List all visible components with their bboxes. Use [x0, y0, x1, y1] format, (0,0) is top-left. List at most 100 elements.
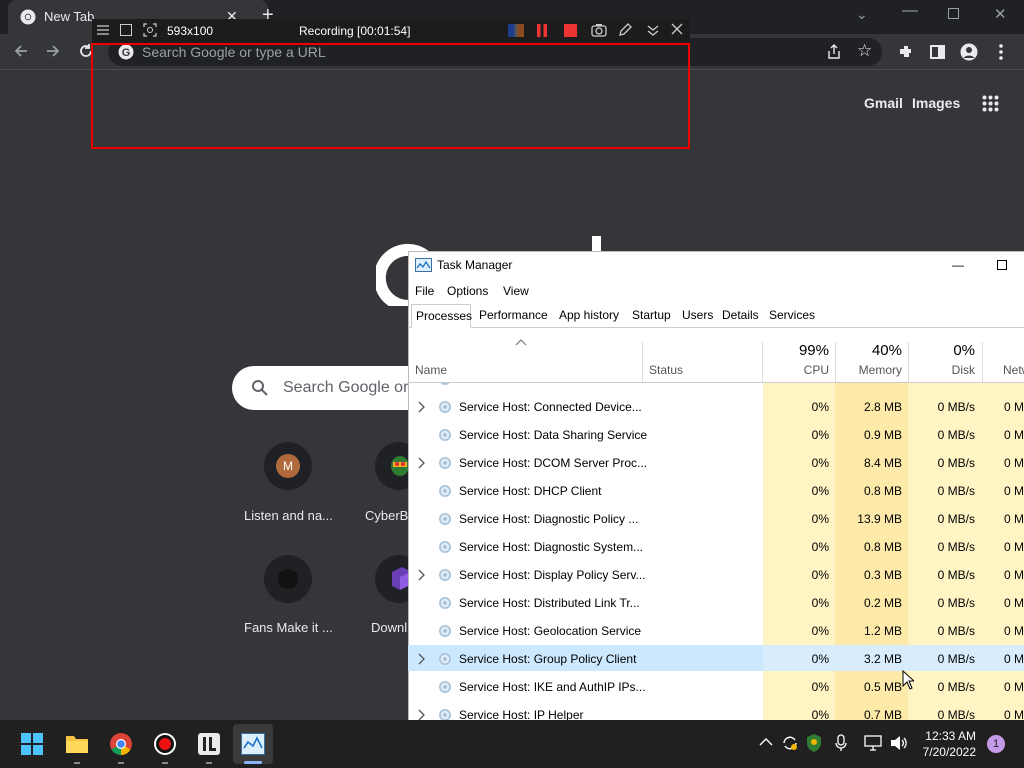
process-cpu: 0%	[811, 456, 829, 470]
region-select-icon[interactable]	[120, 24, 132, 36]
header-disk[interactable]: Disk	[909, 363, 975, 377]
process-disk: 0 MB/s	[937, 456, 975, 470]
process-row[interactable]: Service Host: Distributed Link Tr... 0% 0.…	[408, 589, 1024, 617]
tab-search-icon[interactable]: ⌄	[856, 6, 868, 23]
expand-chevron-icon[interactable]	[417, 569, 425, 581]
process-name: Service Host: Diagnostic Policy ...	[459, 512, 639, 526]
process-cpu: 0%	[811, 400, 829, 414]
process-row[interactable]: Service Host: DCOM Server Proc... 0% 8.4 M…	[408, 449, 1024, 477]
minimize-icon[interactable]: —	[902, 2, 918, 20]
shortcut-label-2[interactable]: CyberB	[365, 508, 410, 523]
tab-startup[interactable]: Startup	[628, 304, 675, 328]
tab-app-history[interactable]: App history	[555, 304, 623, 328]
side-panel-icon[interactable]	[930, 45, 945, 59]
menu-file[interactable]: File	[415, 284, 434, 298]
bookmark-star-icon[interactable]: ☆	[857, 41, 872, 61]
process-cpu: 0%	[811, 428, 829, 442]
chrome-taskbar-icon[interactable]	[109, 732, 133, 756]
network-icon[interactable]	[864, 735, 882, 751]
process-memory: 0.8 MB	[863, 540, 902, 554]
recording-region-frame[interactable]	[91, 43, 690, 149]
restore-icon[interactable]	[948, 8, 959, 19]
file-explorer-icon[interactable]	[65, 733, 89, 755]
process-cpu: 0%	[811, 484, 829, 498]
recorder-close-icon[interactable]	[671, 23, 683, 35]
header-cpu[interactable]: CPU	[763, 363, 829, 377]
header-status[interactable]: Status	[649, 363, 683, 377]
process-row[interactable]: Service Host: Display Policy Serv... 0% 0.…	[408, 561, 1024, 589]
images-link[interactable]: Images	[912, 95, 960, 111]
windows-start-icon[interactable]	[21, 733, 43, 755]
gmail-link[interactable]: Gmail	[864, 95, 903, 111]
tm-minimize-icon[interactable]: —	[952, 258, 964, 272]
header-disk-pct[interactable]: 0%	[909, 342, 975, 359]
sync-icon[interactable]	[781, 734, 799, 752]
process-row[interactable]: Service Host: DHCP Client 0% 0.8 MB 0 MB/s 0…	[408, 477, 1024, 505]
menu-options[interactable]: Options	[447, 284, 488, 298]
col-divider	[982, 342, 983, 382]
clock-date[interactable]: 7/20/2022	[896, 745, 976, 759]
security-tray-icon[interactable]	[805, 733, 823, 753]
process-row[interactable]: Service Host: Geolocation Service 0% 1.2 M…	[408, 617, 1024, 645]
back-icon[interactable]	[12, 42, 30, 60]
tab-title: New Tab	[44, 9, 95, 24]
process-network: 0 M	[1004, 400, 1024, 414]
clock-time[interactable]: 12:33 AM	[896, 729, 976, 743]
mouse-cursor-icon	[902, 670, 914, 690]
tm-maximize-icon[interactable]	[997, 260, 1007, 270]
apps-grid-icon[interactable]	[982, 95, 999, 112]
app-taskbar-icon[interactable]	[197, 732, 221, 756]
expand-chevron-icon[interactable]	[417, 401, 425, 413]
pause-icon[interactable]	[537, 24, 547, 37]
process-cpu: 0%	[811, 652, 829, 666]
recorder-menu-icon[interactable]	[97, 24, 109, 36]
service-gear-icon	[437, 511, 453, 527]
header-network[interactable]: Netw	[1003, 363, 1024, 377]
menu-view[interactable]: View	[503, 284, 529, 298]
header-memory[interactable]: Memory	[836, 363, 902, 377]
microphone-icon[interactable]	[835, 734, 847, 752]
close-window-icon[interactable]: ✕	[994, 5, 1007, 23]
header-memory-pct[interactable]: 40%	[836, 342, 902, 359]
process-memory: 0.5 MB	[863, 680, 902, 694]
collapse-icon[interactable]	[646, 23, 660, 37]
process-row[interactable]: Service Host: IKE and AuthIP IPs... 0% 0.5…	[408, 673, 1024, 701]
process-cpu: 0%	[811, 540, 829, 554]
service-gear-icon	[437, 427, 453, 443]
camera-icon[interactable]	[591, 23, 607, 37]
extensions-icon[interactable]	[897, 43, 915, 61]
recording-size: 593x100	[167, 24, 214, 38]
menu-kebab-icon[interactable]	[998, 43, 1004, 61]
profile-icon[interactable]	[960, 43, 978, 61]
header-name[interactable]: Name	[415, 363, 447, 377]
tab-details[interactable]: Details	[718, 304, 763, 328]
shortcut-label-4[interactable]: Downl	[371, 620, 408, 635]
screen-recorder-taskbar-icon[interactable]	[153, 732, 177, 756]
tab-users[interactable]: Users	[678, 304, 717, 328]
process-disk: 0 MB/s	[937, 428, 975, 442]
process-row[interactable]: Service Host: Group Policy Client 0% 3.2 M…	[408, 645, 1024, 673]
process-row[interactable]: Service Host: Diagnostic Policy ... 0% 13.…	[408, 505, 1024, 533]
stop-icon[interactable]	[564, 24, 577, 37]
forward-icon[interactable]	[44, 42, 62, 60]
audio-level-icon	[508, 24, 524, 37]
process-row[interactable]: Service Host: Data Sharing Service 0% 0.9 …	[408, 421, 1024, 449]
tab-processes[interactable]: Processes	[411, 304, 472, 328]
pen-icon[interactable]	[618, 23, 632, 37]
header-cpu-pct[interactable]: 99%	[763, 342, 829, 359]
process-disk: 0 MB/s	[937, 568, 975, 582]
process-row[interactable]: Service Host: Connected Device... 0% 2.8 M…	[408, 393, 1024, 421]
tab-services[interactable]: Services	[765, 304, 819, 328]
partial-row-gear-icon	[437, 383, 453, 387]
process-row[interactable]: Service Host: Diagnostic System... 0% 0.8 …	[408, 533, 1024, 561]
expand-chevron-icon[interactable]	[417, 653, 425, 665]
notification-badge[interactable]: 1	[987, 735, 1005, 753]
shortcut-label-1[interactable]: Listen and na...	[244, 508, 333, 523]
expand-chevron-icon[interactable]	[417, 457, 425, 469]
region-resize-icon[interactable]	[143, 23, 157, 37]
tray-overflow-icon[interactable]	[759, 737, 773, 747]
service-gear-icon	[437, 399, 453, 415]
shortcut-label-3[interactable]: Fans Make it ...	[244, 620, 333, 635]
share-icon[interactable]	[826, 44, 842, 60]
tab-performance[interactable]: Performance	[475, 304, 552, 328]
